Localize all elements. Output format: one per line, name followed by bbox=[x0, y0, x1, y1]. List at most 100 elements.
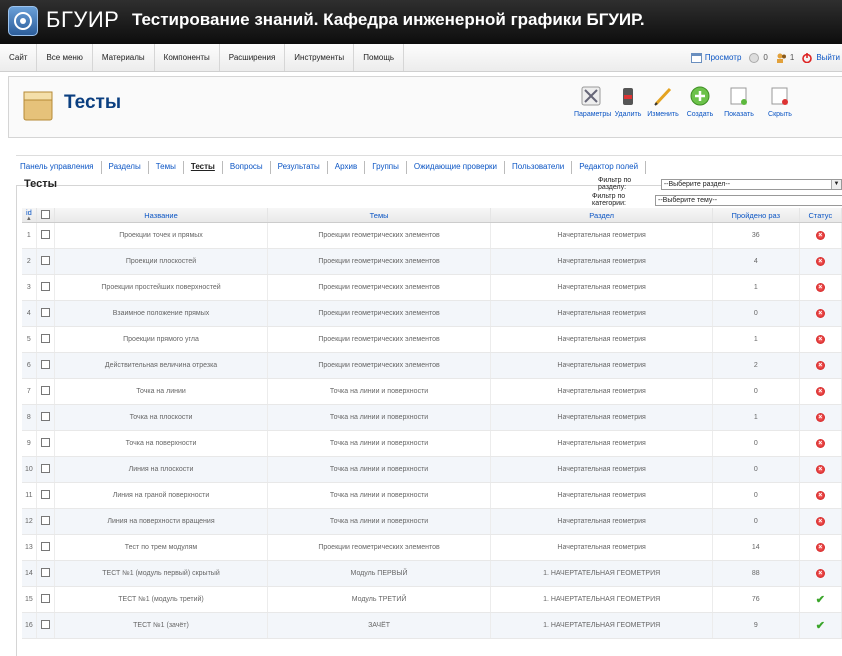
row-test-name-link[interactable]: Линия на граной поверхности bbox=[54, 482, 268, 509]
row-status-cell[interactable]: × bbox=[799, 482, 842, 509]
unpublish-button[interactable]: Скрыть bbox=[763, 85, 797, 118]
menu-tools[interactable]: Инструменты bbox=[285, 44, 355, 71]
row-checkbox-cell[interactable] bbox=[36, 534, 56, 561]
row-checkbox-cell[interactable] bbox=[36, 248, 56, 275]
row-test-name-link[interactable]: Тест по трем модулям bbox=[54, 534, 268, 561]
submenu-results[interactable]: Результаты bbox=[271, 161, 328, 174]
row-checkbox-cell[interactable] bbox=[36, 612, 56, 639]
row-status-cell[interactable]: × bbox=[799, 378, 842, 405]
submenu-pending-review[interactable]: Ожидающие проверки bbox=[407, 161, 505, 174]
parameters-button[interactable]: Параметры bbox=[574, 85, 611, 118]
row-checkbox-cell[interactable] bbox=[36, 560, 56, 587]
row-checkbox-cell[interactable] bbox=[36, 222, 56, 249]
unpublished-x-icon[interactable]: × bbox=[815, 517, 825, 526]
row-checkbox[interactable] bbox=[41, 334, 51, 343]
unpublished-x-icon[interactable]: × bbox=[815, 231, 825, 240]
filter-category-select[interactable]: --Выберите тему-- ▼ bbox=[655, 194, 842, 206]
unpublished-x-icon[interactable]: × bbox=[815, 257, 825, 266]
menu-site[interactable]: Сайт bbox=[0, 44, 38, 71]
row-status-cell[interactable]: ✔ bbox=[799, 586, 842, 613]
published-check-icon[interactable]: ✔ bbox=[816, 619, 825, 632]
row-checkbox-cell[interactable] bbox=[36, 482, 56, 509]
row-checkbox[interactable] bbox=[41, 542, 51, 551]
publish-button[interactable]: Показать bbox=[722, 85, 756, 118]
row-test-name-link[interactable]: Точка на плоскости bbox=[54, 404, 268, 431]
row-checkbox-cell[interactable] bbox=[36, 326, 56, 353]
submenu-groups[interactable]: Группы bbox=[365, 161, 407, 174]
row-checkbox-cell[interactable] bbox=[36, 404, 56, 431]
row-test-name-link[interactable]: Проекции точек и прямых bbox=[54, 222, 268, 249]
row-checkbox[interactable] bbox=[41, 568, 51, 577]
row-status-cell[interactable]: × bbox=[799, 274, 842, 301]
row-status-cell[interactable]: × bbox=[799, 430, 842, 457]
logout-link[interactable]: Выйти bbox=[802, 52, 840, 63]
row-test-name-link[interactable]: Точка на линии bbox=[54, 378, 268, 405]
column-header-section[interactable]: Раздел bbox=[490, 208, 713, 223]
create-button[interactable]: Создать bbox=[683, 85, 717, 118]
row-checkbox[interactable] bbox=[41, 438, 51, 447]
row-checkbox[interactable] bbox=[41, 282, 51, 291]
row-test-name-link[interactable]: ТЕСТ №1 (модуль первый) скрытый bbox=[54, 560, 268, 587]
row-checkbox-cell[interactable] bbox=[36, 430, 56, 457]
row-checkbox-cell[interactable] bbox=[36, 274, 56, 301]
row-status-cell[interactable]: × bbox=[799, 560, 842, 587]
edit-button[interactable]: Изменить bbox=[646, 85, 680, 118]
row-checkbox[interactable] bbox=[41, 490, 51, 499]
row-checkbox[interactable] bbox=[41, 594, 51, 603]
submenu-questions[interactable]: Вопросы bbox=[223, 161, 271, 174]
menu-content[interactable]: Материалы bbox=[93, 44, 155, 71]
filter-section-select[interactable]: --Выберите раздел-- ▼ bbox=[660, 178, 842, 190]
row-checkbox[interactable] bbox=[41, 256, 51, 265]
row-test-name-link[interactable]: Проекции простейших поверхностей bbox=[54, 274, 268, 301]
row-test-name-link[interactable]: Проекции прямого угла bbox=[54, 326, 268, 353]
row-checkbox-cell[interactable] bbox=[36, 456, 56, 483]
row-status-cell[interactable]: × bbox=[799, 222, 842, 249]
row-status-cell[interactable]: × bbox=[799, 352, 842, 379]
row-checkbox-cell[interactable] bbox=[36, 586, 56, 613]
row-test-name-link[interactable]: Проекции плоскостей bbox=[54, 248, 268, 275]
row-status-cell[interactable]: × bbox=[799, 508, 842, 535]
row-test-name-link[interactable]: ТЕСТ №1 (модуль третий) bbox=[54, 586, 268, 613]
row-checkbox[interactable] bbox=[41, 620, 51, 629]
row-checkbox[interactable] bbox=[41, 516, 51, 525]
column-header-status[interactable]: Статус bbox=[799, 208, 842, 223]
unpublished-x-icon[interactable]: × bbox=[815, 491, 825, 500]
column-header-id[interactable]: id ▲ bbox=[22, 208, 37, 223]
submenu-field-editor[interactable]: Редактор полей bbox=[572, 161, 647, 174]
select-all-checkbox[interactable] bbox=[41, 209, 51, 219]
row-status-cell[interactable]: × bbox=[799, 534, 842, 561]
joomla-logo-icon[interactable] bbox=[8, 6, 38, 36]
row-status-cell[interactable]: × bbox=[799, 404, 842, 431]
row-status-cell[interactable]: × bbox=[799, 300, 842, 327]
row-checkbox[interactable] bbox=[41, 386, 51, 395]
unpublished-x-icon[interactable]: × bbox=[815, 569, 825, 578]
menu-components[interactable]: Компоненты bbox=[155, 44, 220, 71]
row-checkbox[interactable] bbox=[41, 360, 51, 369]
unpublished-x-icon[interactable]: × bbox=[815, 361, 825, 370]
row-status-cell[interactable]: × bbox=[799, 248, 842, 275]
delete-button[interactable]: Удалить bbox=[611, 85, 645, 118]
submenu-themes[interactable]: Темы bbox=[149, 161, 184, 174]
row-checkbox[interactable] bbox=[41, 412, 51, 421]
menu-extensions[interactable]: Расширения bbox=[220, 44, 286, 71]
row-test-name-link[interactable]: Линия на плоскости bbox=[54, 456, 268, 483]
row-checkbox-cell[interactable] bbox=[36, 352, 56, 379]
row-checkbox[interactable] bbox=[41, 464, 51, 473]
submenu-tests[interactable]: Тесты bbox=[184, 161, 223, 174]
row-test-name-link[interactable]: Точка на поверхности bbox=[54, 430, 268, 457]
row-test-name-link[interactable]: Линия на поверхности вращения bbox=[54, 508, 268, 535]
unpublished-x-icon[interactable]: × bbox=[815, 439, 825, 448]
row-status-cell[interactable]: ✔ bbox=[799, 612, 842, 639]
column-header-passed[interactable]: Пройдено раз bbox=[712, 208, 800, 223]
row-checkbox[interactable] bbox=[41, 230, 51, 239]
select-all-checkbox-cell[interactable] bbox=[36, 208, 56, 223]
column-header-themes[interactable]: Темы bbox=[267, 208, 492, 223]
menu-help[interactable]: Помощь bbox=[354, 44, 405, 71]
row-checkbox-cell[interactable] bbox=[36, 508, 56, 535]
row-status-cell[interactable]: × bbox=[799, 326, 842, 353]
unpublished-x-icon[interactable]: × bbox=[815, 309, 825, 318]
unpublished-x-icon[interactable]: × bbox=[815, 335, 825, 344]
row-checkbox-cell[interactable] bbox=[36, 378, 56, 405]
submenu-control-panel[interactable]: Панель управления bbox=[20, 161, 102, 174]
submenu-archive[interactable]: Архив bbox=[328, 161, 366, 174]
